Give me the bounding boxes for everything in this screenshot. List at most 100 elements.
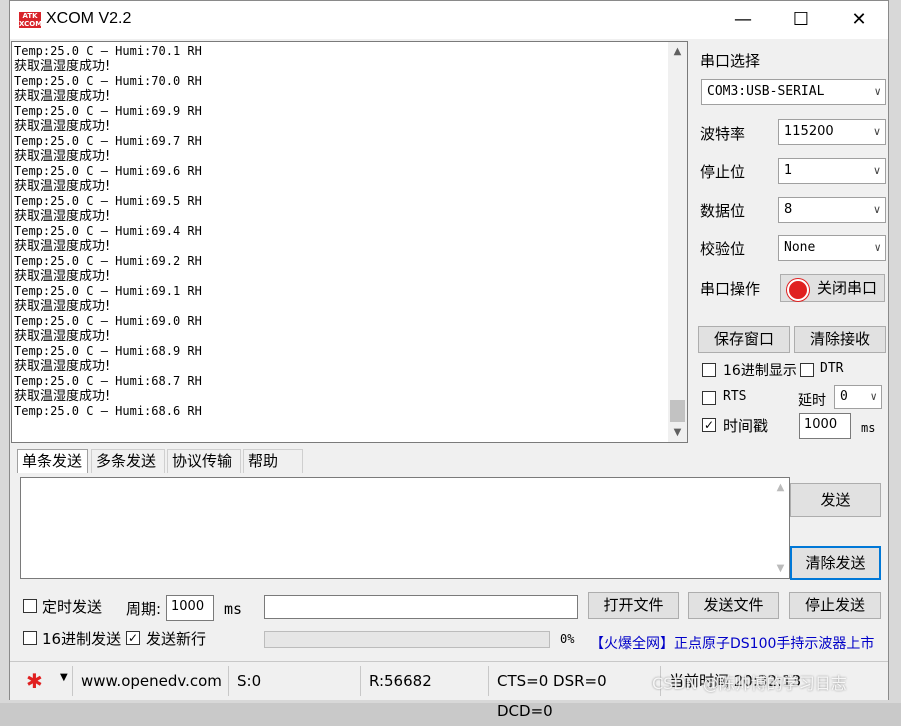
receive-line: 获取温湿度成功! bbox=[14, 89, 111, 104]
receive-line: Temp:25.0 C — Humi:69.1 RH bbox=[14, 284, 202, 298]
progress-percent: 0% bbox=[560, 632, 575, 646]
hex-display-label: 16进制显示 bbox=[723, 363, 797, 379]
baud-select[interactable]: 115200 ∨ bbox=[778, 119, 886, 145]
receive-line: Temp:25.0 C — Humi:68.6 RH bbox=[14, 404, 202, 418]
app-logo-icon: ATK XCOM bbox=[19, 12, 43, 28]
newline-checkbox[interactable]: ✓ bbox=[126, 631, 140, 645]
parity-label: 校验位 bbox=[700, 240, 746, 258]
scroll-up-icon[interactable]: ▲ bbox=[772, 478, 789, 497]
scroll-up-icon[interactable]: ▲ bbox=[668, 42, 687, 61]
scroll-down-icon[interactable]: ▼ bbox=[772, 559, 789, 578]
file-path-input[interactable] bbox=[264, 595, 578, 619]
receive-line: 获取温湿度成功! bbox=[14, 329, 111, 344]
hex-send-label: 16进制发送 bbox=[42, 630, 122, 648]
receive-line: Temp:25.0 C — Humi:70.1 RH bbox=[14, 44, 202, 58]
timestamp-checkbox[interactable]: ✓ bbox=[702, 418, 716, 432]
receive-line: 获取温湿度成功! bbox=[14, 209, 111, 224]
receive-line: 获取温湿度成功! bbox=[14, 179, 111, 194]
port-select[interactable]: COM3:USB-SERIAL ∨ bbox=[701, 79, 886, 105]
data-bits-value: 8 bbox=[784, 202, 793, 217]
dtr-checkbox[interactable] bbox=[800, 363, 814, 377]
receive-line: Temp:25.0 C — Humi:69.0 RH bbox=[14, 314, 202, 328]
timestamp-unit: ms bbox=[861, 421, 876, 435]
website-link[interactable]: www.openedv.com bbox=[72, 666, 222, 696]
title-bar[interactable]: ATK XCOM XCOM V2.2 — ☐ ✕ bbox=[10, 1, 888, 39]
send-scrollbar[interactable]: ▲ ▼ bbox=[772, 478, 789, 578]
receive-line: Temp:25.0 C — Humi:69.9 RH bbox=[14, 104, 202, 118]
receive-line: Temp:25.0 C — Humi:70.0 RH bbox=[14, 74, 202, 88]
data-bits-select[interactable]: 8 ∨ bbox=[778, 197, 886, 223]
tab-multi-send[interactable]: 多条发送 bbox=[91, 449, 165, 473]
parity-value: None bbox=[784, 240, 816, 255]
maximize-button[interactable]: ☐ bbox=[772, 1, 830, 39]
clear-send-button[interactable]: 清除发送 bbox=[790, 546, 881, 580]
stop-bits-select[interactable]: 1 ∨ bbox=[778, 158, 886, 184]
data-bits-label: 数据位 bbox=[700, 202, 746, 220]
receive-line: Temp:25.0 C — Humi:69.2 RH bbox=[14, 254, 202, 268]
delay-label: 延时 bbox=[798, 393, 826, 409]
scroll-thumb[interactable] bbox=[670, 400, 685, 422]
ad-link[interactable]: 【火爆全网】正点原子DS100手持示波器上市 bbox=[590, 633, 874, 653]
send-button[interactable]: 发送 bbox=[790, 483, 881, 517]
chevron-down-icon: ∨ bbox=[874, 85, 881, 98]
send-file-button[interactable]: 发送文件 bbox=[688, 592, 779, 619]
open-file-button[interactable]: 打开文件 bbox=[588, 592, 679, 619]
hex-send-checkbox[interactable] bbox=[23, 631, 37, 645]
period-label: 周期: bbox=[126, 600, 162, 618]
clear-receive-button[interactable]: 清除接收 bbox=[794, 326, 886, 353]
close-port-button[interactable]: 关闭串口 bbox=[780, 274, 885, 302]
close-button[interactable]: ✕ bbox=[830, 1, 888, 39]
receive-line: 获取温湿度成功! bbox=[14, 239, 111, 254]
chevron-down-icon: ∨ bbox=[874, 241, 881, 254]
timestamp-label: 时间戳 bbox=[723, 417, 769, 435]
tab-help[interactable]: 帮助 bbox=[243, 449, 303, 473]
dropdown-arrow-icon[interactable]: ▼ bbox=[60, 672, 68, 683]
dtr-label: DTR bbox=[820, 361, 844, 376]
receive-line: Temp:25.0 C — Humi:69.4 RH bbox=[14, 224, 202, 238]
receive-line: Temp:25.0 C — Humi:69.6 RH bbox=[14, 164, 202, 178]
period-unit: ms bbox=[224, 600, 243, 618]
receive-line: Temp:25.0 C — Humi:69.5 RH bbox=[14, 194, 202, 208]
rts-checkbox[interactable] bbox=[702, 391, 716, 405]
receive-line: 获取温湿度成功! bbox=[14, 119, 111, 134]
watermark: CSDN @陈帅博的学习日志 bbox=[652, 674, 847, 693]
rts-label: RTS bbox=[723, 389, 747, 404]
port-op-label: 串口操作 bbox=[700, 280, 761, 298]
xcom-window: ATK XCOM XCOM V2.2 — ☐ ✕ Temp:25.0 C — Hu… bbox=[9, 0, 889, 720]
receive-line: 获取温湿度成功! bbox=[14, 269, 111, 284]
hex-display-checkbox[interactable] bbox=[702, 363, 716, 377]
minimize-button[interactable]: — bbox=[714, 1, 772, 39]
tab-protocol[interactable]: 协议传输 bbox=[167, 449, 241, 473]
receive-line: 获取温湿度成功! bbox=[14, 59, 111, 74]
scroll-down-icon[interactable]: ▼ bbox=[668, 423, 687, 442]
receive-textarea[interactable]: Temp:25.0 C — Humi:70.1 RH 获取温湿度成功! Temp:2… bbox=[11, 41, 688, 443]
newline-label: 发送新行 bbox=[146, 630, 207, 648]
period-input[interactable]: 1000 bbox=[166, 595, 214, 621]
send-progress-bar bbox=[264, 631, 550, 648]
send-textarea[interactable]: ▲ ▼ bbox=[20, 477, 790, 579]
tab-single-send[interactable]: 单条发送 bbox=[17, 449, 88, 473]
stop-send-button[interactable]: 停止发送 bbox=[789, 592, 881, 619]
receive-line: Temp:25.0 C — Humi:69.7 RH bbox=[14, 134, 202, 148]
chevron-down-icon: ∨ bbox=[872, 203, 881, 216]
stop-bits-value: 1 bbox=[784, 163, 793, 178]
receive-line: 获取温湿度成功! bbox=[14, 149, 111, 164]
receive-line: 获取温湿度成功! bbox=[14, 359, 111, 374]
delay-select[interactable]: 0 ∨ bbox=[834, 385, 882, 409]
timed-send-label: 定时发送 bbox=[42, 598, 103, 616]
received-count: R:56682 bbox=[360, 666, 486, 696]
save-window-button[interactable]: 保存窗口 bbox=[698, 326, 790, 353]
port-status-red-icon bbox=[787, 279, 809, 301]
window-title: XCOM V2.2 bbox=[46, 10, 132, 27]
receive-line: 获取温湿度成功! bbox=[14, 389, 111, 404]
baud-label: 波特率 bbox=[700, 125, 746, 143]
receive-scrollbar[interactable]: ▲ ▼ bbox=[668, 42, 687, 442]
signal-status: CTS=0 DSR=0 DCD=0 bbox=[488, 666, 658, 720]
delay-value: 0 bbox=[840, 389, 848, 404]
gear-icon[interactable]: ✱ bbox=[26, 669, 43, 693]
timestamp-input[interactable]: 1000 bbox=[799, 413, 851, 439]
parity-select[interactable]: None ∨ bbox=[778, 235, 886, 261]
port-select-value: COM3:USB-SERIAL bbox=[707, 84, 825, 99]
timed-send-checkbox[interactable] bbox=[23, 599, 37, 613]
receive-text: Temp:25.0 C — Humi:70.1 RH 获取温湿度成功! Temp:2… bbox=[14, 44, 664, 419]
